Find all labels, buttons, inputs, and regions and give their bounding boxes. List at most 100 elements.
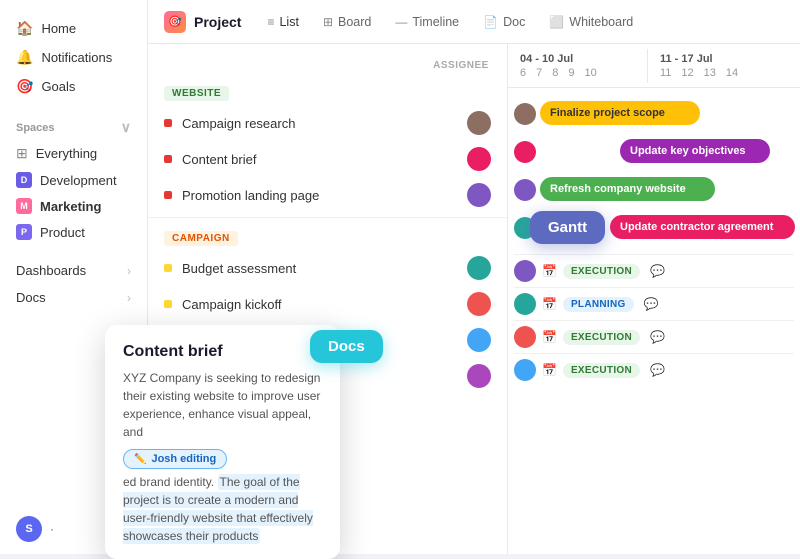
docs-card: Content brief XYZ Company is seeking to … [105,325,340,559]
tab-timeline[interactable]: — Timeline [385,11,469,33]
tab-list[interactable]: ≡ List [257,11,308,33]
docs-label: Docs [16,290,46,305]
tab-doc-label: Doc [503,15,525,29]
status-badge: EXECUTION [563,363,640,378]
task-dot [164,264,172,272]
day-label: 7 [536,67,542,79]
section-campaign-header: CAMPAIGN [148,222,507,250]
sidebar-item-product[interactable]: P Product [0,219,147,245]
sidebar-notifications-label: Notifications [41,50,112,65]
msg-icon: 💬 [644,297,659,311]
tab-doc[interactable]: 📄 Doc [473,11,535,33]
docs-bubble-label: Docs [328,338,365,355]
avatar [514,103,536,125]
badge-website: WEBSITE [164,86,229,101]
task-row[interactable]: Promotion landing page [148,177,507,213]
task-row[interactable]: Content brief [148,141,507,177]
avatar [514,141,536,163]
avatar [467,292,491,316]
calendar-icon: 📅 [542,264,557,278]
gantt-header: 04 - 10 Jul 6 7 8 9 10 11 - 17 Jul 11 12… [508,44,800,88]
product-label: Product [40,225,85,240]
task-dot [164,300,172,308]
docs-text2: ed brand identity. [123,475,214,489]
sidebar-item-marketing[interactable]: M Marketing [0,193,147,219]
sidebar-item-notifications[interactable]: 🔔 Notifications [0,43,147,72]
sidebar-item-everything[interactable]: ⊞ Everything [0,140,147,167]
task-row[interactable]: Campaign kickoff [148,286,507,322]
gantt-status-row: 📅 PLANNING 💬 [514,287,794,320]
gantt-bar: Update key objectives [620,139,770,163]
whiteboard-icon: ⬜ [549,15,564,29]
avatar[interactable]: S [16,516,42,542]
project-title: Project [194,14,241,30]
task-name: Campaign kickoff [182,297,467,312]
product-dot: P [16,224,32,240]
tab-list-label: List [279,15,298,29]
sidebar-item-docs[interactable]: Docs › [0,284,147,311]
calendar-icon: 📅 [542,363,557,377]
marketing-label: Marketing [40,199,101,214]
editor-name: Josh editing [151,453,216,465]
day-label: 10 [585,67,597,79]
docs-card-title: Content brief [123,343,322,361]
sidebar-home-label: Home [41,21,76,36]
docs-card-body: XYZ Company is seeking to redesign their… [123,369,322,441]
doc-icon: 📄 [483,15,498,29]
tab-board-label: Board [338,15,371,29]
day-label: 11 [660,67,671,79]
gantt-bubble-label: Gantt [548,219,587,236]
dashboards-label: Dashboards [16,263,86,278]
development-label: Development [40,173,117,188]
gantt-bar: Refresh company website [540,177,715,201]
tab-board[interactable]: ⊞ Board [313,11,381,33]
day-label: 13 [704,67,716,79]
msg-icon: 💬 [650,363,665,377]
status-badge: EXECUTION [563,264,640,279]
tab-whiteboard[interactable]: ⬜ Whiteboard [539,11,643,33]
edit-icon: ✏️ [134,454,146,465]
editing-badge: ✏️ Josh editing [123,449,227,469]
task-name: Content brief [182,152,467,167]
day-label: 8 [552,67,558,79]
dev-dot: D [16,172,32,188]
goals-icon: 🎯 [16,78,33,95]
avatar [514,260,536,282]
bell-icon: 🔔 [16,49,33,66]
section-website-header: WEBSITE [148,77,507,105]
task-row[interactable]: Campaign research [148,105,507,141]
marketing-dot: M [16,198,32,214]
task-name: Campaign research [182,116,467,131]
avatar [467,147,491,171]
day-label: 14 [726,67,738,79]
task-dot [164,191,172,199]
docs-card-body2: ed brand identity. The goal of the proje… [123,473,322,545]
gantt-bubble: Gantt [530,211,605,244]
task-row[interactable]: Budget assessment [148,250,507,286]
bar-label: Finalize project scope [550,107,665,119]
task-dot [164,155,172,163]
spaces-chevron-icon[interactable]: ∨ [121,119,131,136]
everything-label: Everything [36,146,97,161]
msg-icon: 💬 [650,264,665,278]
col-name [164,60,431,71]
sidebar-item-development[interactable]: D Development [0,167,147,193]
sidebar-user-extra: · [50,522,54,536]
sidebar-item-home[interactable]: 🏠 Home [0,14,147,43]
sidebar-item-dashboards[interactable]: Dashboards › [0,257,147,284]
sidebar-item-goals[interactable]: 🎯 Goals [0,72,147,101]
project-icon: 🎯 [164,11,186,33]
board-icon: ⊞ [323,15,333,29]
spaces-section-title: Spaces ∨ [0,109,147,140]
day-label: 9 [568,67,574,79]
bar-label: Update key objectives [630,145,746,157]
avatar [514,293,536,315]
tab-timeline-label: Timeline [412,15,459,29]
avatar [467,183,491,207]
gantt-bar: Update contractor agreement [610,215,795,239]
topbar: 🎯 Project ≡ List ⊞ Board — Timeline 📄 Do… [148,0,800,44]
docs-text1: XYZ Company is seeking to redesign their… [123,371,320,439]
gantt-status-row: 📅 EXECUTION 💬 [514,320,794,353]
task-dot [164,119,172,127]
sidebar-goals-label: Goals [41,79,75,94]
